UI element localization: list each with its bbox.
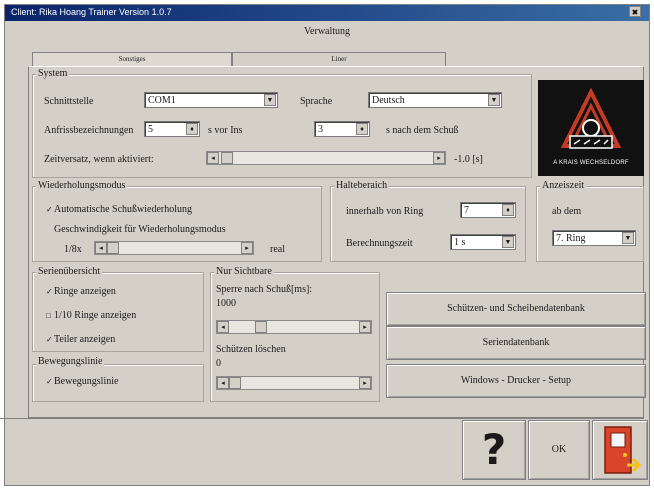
language-value: Deutsch	[372, 95, 405, 106]
language-label: Sprache	[300, 96, 333, 107]
display-before-stepper[interactable]: 5 ♦	[144, 121, 200, 137]
target-logo-icon	[560, 88, 622, 149]
arrow-left-icon[interactable]: ◂	[217, 321, 229, 333]
title-bar: Client: Rika Hoang Trainer Version 1.0.7…	[5, 5, 649, 21]
speed-max-label: real	[270, 244, 285, 255]
slider-thumb[interactable]	[229, 377, 241, 389]
from-ring-value: 7. Ring	[556, 233, 586, 244]
from-label: ab dem	[552, 206, 582, 217]
display-before-suffix: s vor Ins	[208, 125, 243, 136]
port-label: Schnittstelle	[44, 96, 94, 107]
lock-value: 1000	[216, 298, 236, 309]
chevron-down-icon[interactable]: ▼	[488, 94, 500, 106]
language-select[interactable]: Deutsch ▼	[368, 92, 502, 108]
page-title: Verwaltung	[303, 26, 351, 37]
display-after-suffix: s nach dem Schuß	[386, 125, 459, 136]
rings-checkbox[interactable]: ✓Ringe anzeigen	[46, 286, 116, 297]
inside-ring-stepper[interactable]: 7 ♦	[460, 202, 516, 218]
motion-label: Bewegungslinie	[54, 376, 119, 387]
close-icon[interactable]: ✖	[629, 6, 641, 17]
shooters-db-button[interactable]: Schützen- und Scheibendatenbank	[386, 292, 646, 326]
spin-icon[interactable]: ♦	[356, 123, 368, 135]
port-select[interactable]: COM1 ▼	[144, 92, 278, 108]
shooter-label: Schützen löschen	[216, 344, 286, 355]
unchecked-icon: □	[46, 311, 51, 320]
window-title: Client: Rika Hoang Trainer Version 1.0.7	[11, 7, 172, 17]
chevron-down-icon[interactable]: ▼	[622, 232, 634, 244]
calc-time-label: Berechnungszeit	[346, 238, 413, 249]
auto-repeat-label: Automatische Schußwiederholung	[54, 204, 193, 215]
speed-slider[interactable]: ◂ ▸	[94, 241, 254, 255]
from-ring-select[interactable]: 7. Ring ▼	[552, 230, 636, 246]
lock-label: Sperre nach Schuß[ms]:	[216, 284, 313, 295]
inside-ring-value: 7	[464, 205, 469, 216]
exit-door-icon	[604, 426, 642, 474]
port-value: COM1	[148, 95, 176, 106]
arrow-right-icon[interactable]: ▸	[433, 152, 445, 164]
spin-icon[interactable]: ♦	[502, 204, 514, 216]
delay-value: -1.0 [s]	[454, 154, 483, 165]
exit-button[interactable]	[592, 420, 648, 480]
repeat-group-label: Wiederholungsmodus	[36, 180, 128, 191]
motion-checkbox[interactable]: ✓Bewegungslinie	[46, 376, 118, 387]
slider-thumb[interactable]	[221, 152, 233, 164]
shooter-value: 0	[216, 358, 221, 369]
display-before-value: 5	[148, 124, 153, 135]
arrow-right-icon[interactable]: ▸	[359, 377, 371, 389]
brand-logo: A KRAIS WECHSELDORF	[538, 80, 644, 176]
ok-label: OK	[551, 444, 567, 455]
partial-checkbox[interactable]: ✓Teiler anzeigen	[46, 334, 115, 345]
speed-min-label: 1/8x	[64, 244, 82, 255]
spin-icon[interactable]: ♦	[186, 123, 198, 135]
windows-setup-button[interactable]: Windows - Drucker - Setup	[386, 364, 646, 398]
help-icon: ?	[481, 425, 507, 474]
help-button[interactable]: ?	[462, 420, 526, 480]
slider-thumb[interactable]	[107, 242, 119, 254]
tab-sonstiges[interactable]: Sonstiges	[32, 52, 232, 66]
rings-label: Ringe anzeigen	[54, 286, 116, 297]
arrow-left-icon[interactable]: ◂	[217, 377, 229, 389]
check-icon: ✓	[46, 335, 53, 344]
system-group-label: System	[36, 68, 70, 79]
calc-time-value: 1 s	[454, 237, 466, 248]
tenth-rings-label: 1/10 Ringe anzeigen	[54, 310, 137, 321]
shooter-slider[interactable]: ◂ ▸	[216, 376, 372, 390]
chevron-down-icon[interactable]: ▼	[264, 94, 276, 106]
delay-label: Zeitversatz, wenn aktiviert:	[44, 154, 154, 165]
partial-label: Teiler anzeigen	[54, 334, 116, 345]
speed-label: Geschwindigkeit für Wiederholungsmodus	[54, 224, 226, 235]
auto-repeat-checkbox[interactable]: ✓Automatische Schußwiederholung	[46, 204, 192, 215]
tenth-rings-checkbox[interactable]: □ 1/10 Ringe anzeigen	[46, 310, 136, 321]
ok-button[interactable]: OK	[528, 420, 590, 480]
hit-area-group	[330, 186, 526, 262]
series-group-label: Serienübersicht	[36, 266, 103, 277]
hit-area-group-label: Halteberaich	[334, 180, 390, 191]
check-icon: ✓	[46, 205, 53, 214]
display-time-group	[536, 186, 644, 262]
delay-slider[interactable]: ◂ ▸	[206, 151, 446, 165]
display-after-value: 3	[318, 124, 323, 135]
arrow-left-icon[interactable]: ◂	[95, 242, 107, 254]
motion-group-label: Bewegungslinie	[36, 356, 105, 367]
arrow-right-icon[interactable]: ▸	[359, 321, 371, 333]
display-after-stepper[interactable]: 3 ♦	[314, 121, 370, 137]
tab-liner[interactable]: Liner	[232, 52, 446, 66]
lock-slider[interactable]: ◂ ▸	[216, 320, 372, 334]
series-db-button[interactable]: Seriendatenbank	[386, 326, 646, 360]
check-icon: ✓	[46, 377, 53, 386]
display-time-group-label: Anzeiszeit	[540, 180, 587, 191]
simulation-group-label: Nur Sichtbare	[214, 266, 274, 277]
calc-time-select[interactable]: 1 s ▼	[450, 234, 516, 250]
arrow-right-icon[interactable]: ▸	[241, 242, 253, 254]
check-icon: ✓	[46, 287, 53, 296]
inside-ring-label: innerhalb von Ring	[346, 206, 424, 217]
slider-thumb[interactable]	[255, 321, 267, 333]
logo-caption: A KRAIS WECHSELDORF	[553, 160, 629, 166]
display-label: Anfrissbezeichnungen	[44, 125, 134, 136]
arrow-left-icon[interactable]: ◂	[207, 152, 219, 164]
chevron-down-icon[interactable]: ▼	[502, 236, 514, 248]
